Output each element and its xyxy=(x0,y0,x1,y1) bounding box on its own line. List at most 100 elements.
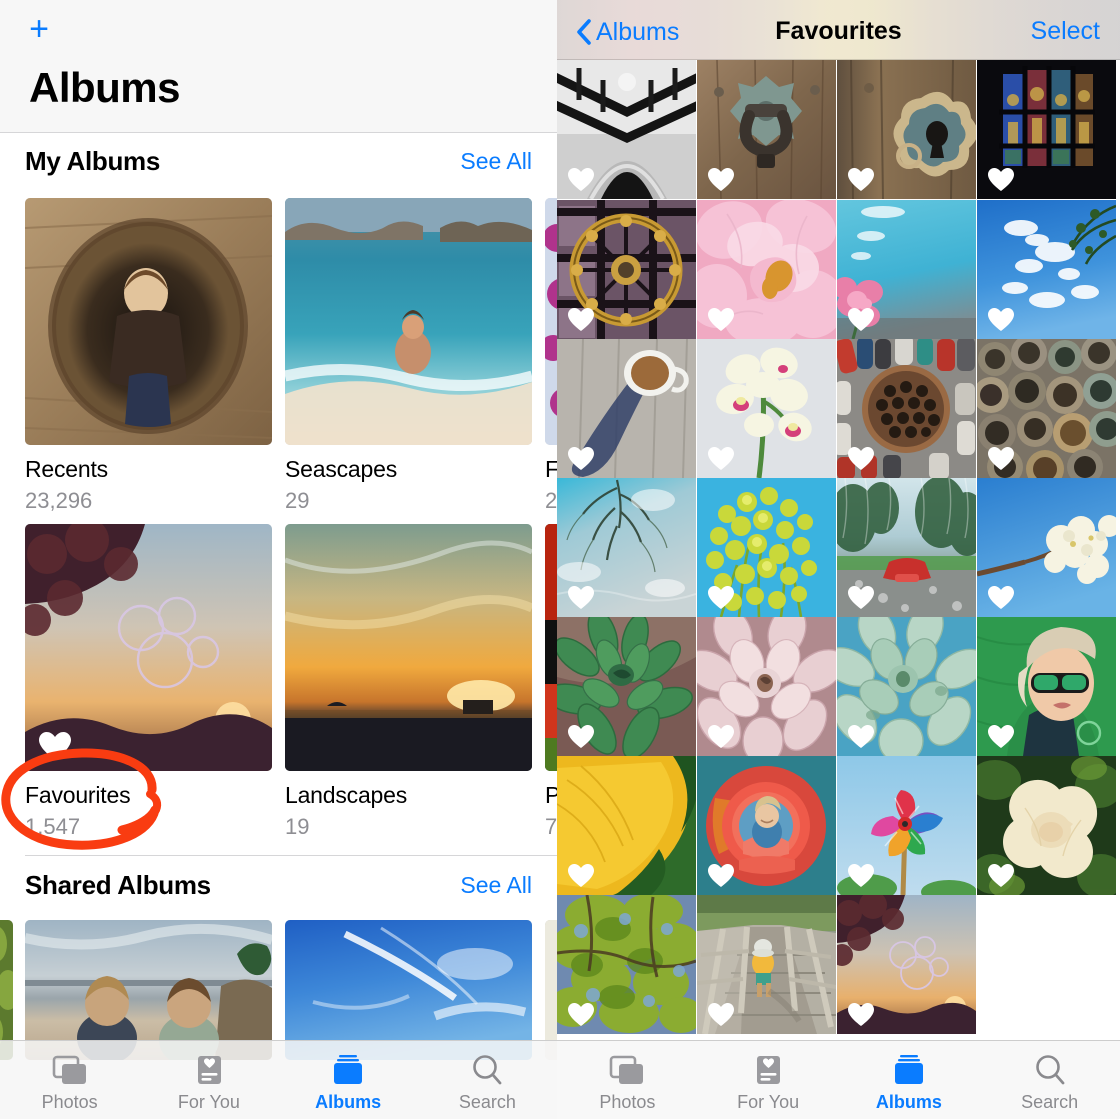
album-name: Recents xyxy=(25,456,108,482)
tab-albums[interactable]: Albums xyxy=(279,1041,418,1119)
tab-label: Search xyxy=(458,1092,516,1112)
album-thumbnail-recents[interactable] xyxy=(25,198,272,445)
tab-for-you[interactable]: For You xyxy=(139,1041,278,1119)
section-divider xyxy=(25,855,557,856)
search-magnifier-icon xyxy=(466,1053,508,1087)
for-you-heart-card-icon xyxy=(188,1053,230,1087)
photo-cell[interactable] xyxy=(697,895,836,1034)
favourites-grid-panel: Albums Favourites Select Photos For You … xyxy=(557,0,1120,1119)
shared-album-cell-0[interactable] xyxy=(0,920,13,1060)
section-header-shared-albums: Shared Albums See All xyxy=(0,862,557,922)
search-magnifier-icon xyxy=(1029,1053,1071,1087)
page-title: Albums xyxy=(29,64,181,111)
shared-album-thumbnail-sky[interactable] xyxy=(285,920,532,1060)
photo-cell[interactable] xyxy=(697,756,836,895)
album-cell-seascapes[interactable]: Seascapes 29 xyxy=(285,198,532,514)
album-thumbnail-seascapes[interactable] xyxy=(285,198,532,445)
green-leaves-sliver-photo xyxy=(0,920,13,1060)
album-count: 7 xyxy=(545,814,557,839)
photo-cell[interactable] xyxy=(697,617,836,756)
select-button[interactable]: Select xyxy=(1031,17,1100,46)
shared-album-thumbnail-pale[interactable] xyxy=(545,920,557,1060)
album-cell-flowers-clipped[interactable]: Fl 2 xyxy=(545,198,557,514)
photo-cell[interactable] xyxy=(557,60,696,199)
album-count: 1,547 xyxy=(25,814,81,839)
tab-for-you[interactable]: For You xyxy=(698,1041,839,1119)
photo-cell[interactable] xyxy=(977,478,1116,617)
see-all-link-shared-albums[interactable]: See All xyxy=(460,872,532,899)
photo-cell[interactable] xyxy=(557,756,696,895)
album-count: 19 xyxy=(285,814,310,839)
shared-album-cell-3[interactable] xyxy=(545,920,557,1060)
tab-photos[interactable]: Photos xyxy=(557,1041,698,1119)
photo-cell[interactable] xyxy=(977,339,1116,478)
favourite-heart-icon xyxy=(988,725,1014,748)
favourite-heart-icon xyxy=(39,732,71,760)
album-name: Seascapes xyxy=(285,456,397,482)
sunset-over-sea-photo xyxy=(285,524,532,771)
photo-cell[interactable] xyxy=(977,617,1116,756)
tab-search[interactable]: Search xyxy=(979,1041,1120,1119)
tab-albums[interactable]: Albums xyxy=(839,1041,980,1119)
favourite-heart-icon xyxy=(848,725,874,748)
photo-cell[interactable] xyxy=(977,756,1116,895)
album-thumbnail-favourites[interactable] xyxy=(25,524,272,771)
album-thumbnail-flowers[interactable] xyxy=(545,198,557,445)
favourite-heart-icon xyxy=(568,1003,594,1026)
photos-stack-icon xyxy=(606,1053,648,1087)
photo-cell[interactable] xyxy=(837,478,976,617)
favourite-heart-icon xyxy=(988,864,1014,887)
plus-icon[interactable]: + xyxy=(24,12,54,46)
photo-cell[interactable] xyxy=(837,895,976,1034)
favourite-heart-icon xyxy=(708,1003,734,1026)
left-tab-bar: Photos For You Albums Search xyxy=(0,1040,557,1119)
photo-cell[interactable] xyxy=(557,339,696,478)
album-name: Favourites xyxy=(25,782,131,808)
favourite-heart-icon xyxy=(568,447,594,470)
photo-cell[interactable] xyxy=(697,60,836,199)
red-fruit-photo xyxy=(545,524,557,771)
tab-label: Photos xyxy=(599,1092,656,1112)
tab-search[interactable]: Search xyxy=(418,1041,557,1119)
photo-cell[interactable] xyxy=(557,478,696,617)
album-count: 29 xyxy=(285,488,310,513)
tab-label: Albums xyxy=(875,1092,942,1112)
favourite-heart-icon xyxy=(848,308,874,331)
album-cell-favourites[interactable]: Favourites 1,547 xyxy=(25,524,272,840)
favourite-heart-icon xyxy=(708,168,734,191)
right-tab-bar: Photos For You Albums Search xyxy=(557,1040,1120,1119)
photo-cell[interactable] xyxy=(557,617,696,756)
photo-cell[interactable] xyxy=(697,200,836,339)
shared-album-thumbnail-green-leaves[interactable] xyxy=(0,920,13,1060)
tab-photos[interactable]: Photos xyxy=(0,1041,139,1119)
album-cell-recents[interactable]: Recents 23,296 xyxy=(25,198,272,514)
shared-album-thumbnail-beach[interactable] xyxy=(25,920,272,1060)
album-thumbnail-landscapes[interactable] xyxy=(285,524,532,771)
photo-cell[interactable] xyxy=(837,617,976,756)
favourite-heart-icon xyxy=(848,586,874,609)
album-cell-landscapes[interactable]: Landscapes 19 xyxy=(285,524,532,840)
shared-album-cell-2[interactable] xyxy=(285,920,532,1060)
photo-cell[interactable] xyxy=(837,60,976,199)
photo-cell[interactable] xyxy=(557,200,696,339)
favourite-heart-icon xyxy=(568,864,594,887)
favourite-heart-icon xyxy=(708,864,734,887)
album-cell-p-clipped[interactable]: P 7 xyxy=(545,524,557,840)
photo-cell[interactable] xyxy=(837,200,976,339)
tab-label: Photos xyxy=(41,1092,98,1112)
photo-cell[interactable] xyxy=(977,200,1116,339)
favourite-heart-icon xyxy=(848,447,874,470)
left-navigation-bar: + Albums xyxy=(0,0,557,133)
photo-cell[interactable] xyxy=(557,895,696,1034)
album-thumbnail-p[interactable] xyxy=(545,524,557,771)
shared-album-cell-1[interactable] xyxy=(25,920,272,1060)
see-all-link-my-albums[interactable]: See All xyxy=(460,148,532,175)
navbar-hairline xyxy=(557,59,1120,60)
photo-cell[interactable] xyxy=(837,339,976,478)
favourite-heart-icon xyxy=(988,168,1014,191)
photo-cell[interactable] xyxy=(977,60,1116,199)
photo-cell[interactable] xyxy=(837,756,976,895)
photo-cell[interactable] xyxy=(697,478,836,617)
tab-label: For You xyxy=(177,1092,240,1112)
photo-cell[interactable] xyxy=(697,339,836,478)
